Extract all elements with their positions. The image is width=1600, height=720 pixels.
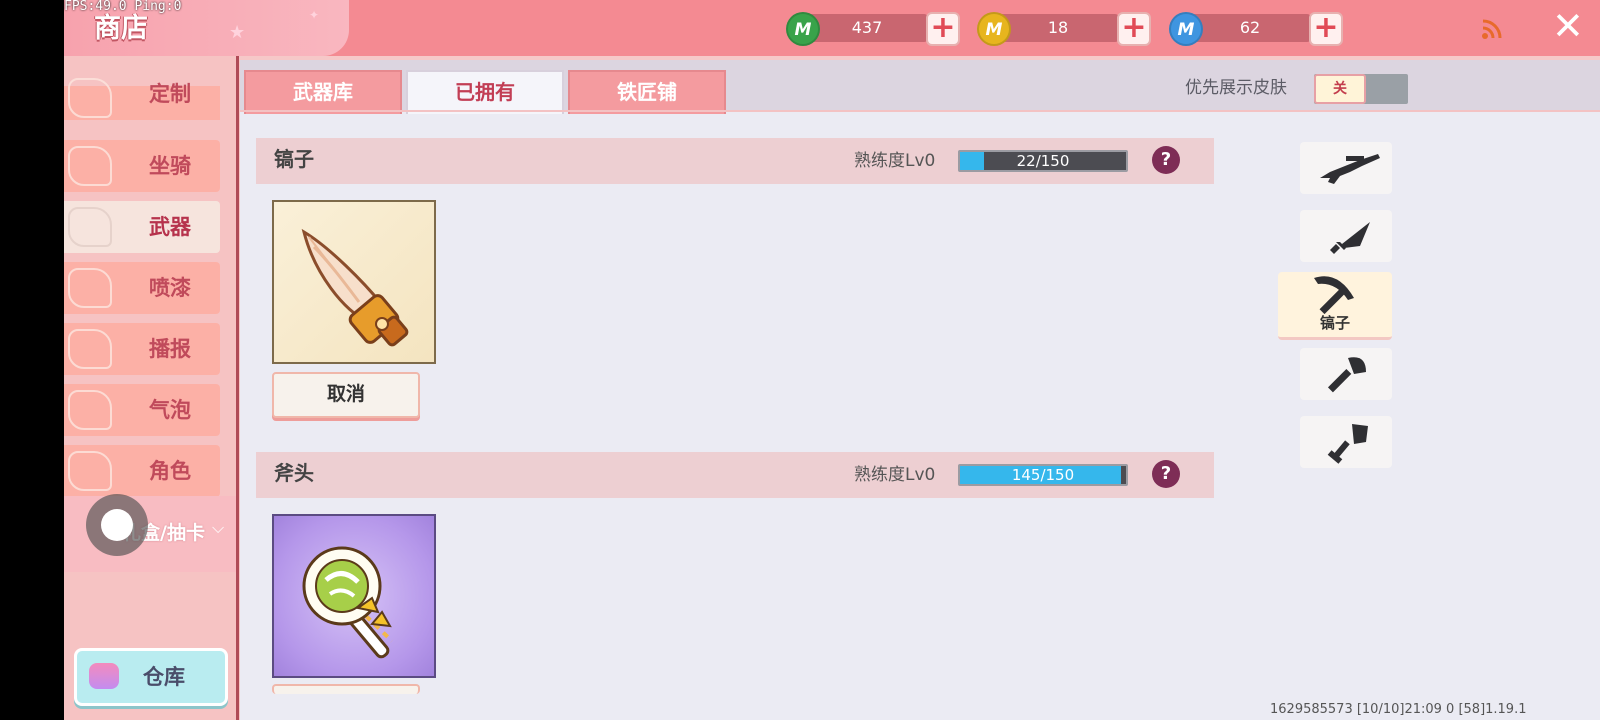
progress-text: 22/150: [1016, 152, 1070, 170]
category-axe[interactable]: [1300, 348, 1392, 400]
currency-blue-value: 62: [1189, 14, 1311, 42]
tab-armory[interactable]: 武器库: [244, 70, 402, 114]
sidebar-item-bubble[interactable]: 气泡: [64, 384, 220, 436]
weapon-icon: [68, 207, 112, 247]
sidebar-item-label: 定制: [149, 82, 191, 106]
pickaxe-icon: [1314, 276, 1354, 315]
category-label: 镐子: [1319, 314, 1350, 332]
warehouse-chest-icon: [89, 663, 119, 689]
currency-green-value: 437: [806, 14, 928, 42]
sidebar-item-mount[interactable]: 坐骑: [64, 140, 220, 192]
sidebar-item-character[interactable]: 角色: [64, 445, 220, 497]
sidebar-item-custom[interactable]: 定制: [64, 78, 220, 120]
main-panel: 武器库 已拥有 铁匠铺 优先展示皮肤 关 镐子 熟练度Lv0 22/150 ?: [240, 56, 1600, 720]
spray-icon: [68, 268, 112, 308]
add-blue-currency-button[interactable]: +: [1309, 12, 1343, 46]
sidebar-item-weapon[interactable]: 武器: [64, 201, 220, 253]
mastery-label: 熟练度Lv0: [854, 151, 936, 171]
add-gold-currency-button[interactable]: +: [1117, 12, 1151, 46]
axe-action-button[interactable]: [272, 684, 420, 694]
star-decoration-icon: ★: [229, 22, 246, 43]
tab-bar: 武器库 已拥有 铁匠铺 优先展示皮肤 关: [240, 56, 1600, 114]
help-button[interactable]: ?: [1152, 460, 1180, 488]
sidebar-item-spray[interactable]: 喷漆: [64, 262, 220, 314]
item-card-lollipop-axe[interactable]: [272, 514, 436, 678]
section-header-axe: 斧头 熟练度Lv0 145/150 ?: [256, 452, 1214, 498]
top-bar: 商店 ★ ✦ 437 M + 18 M + 62 M + ✕: [64, 0, 1600, 56]
rss-icon[interactable]: [1481, 18, 1503, 40]
chevron-down-icon: ⌵: [212, 518, 225, 537]
dagger-icon: [1330, 222, 1370, 254]
bubble-icon: [68, 390, 112, 430]
green-gem-icon: M: [786, 12, 820, 46]
floating-assistive-ball[interactable]: [86, 494, 148, 556]
help-button[interactable]: ?: [1152, 146, 1180, 174]
fps-overlay: FPS:49.0 Ping:0: [64, 0, 182, 14]
category-pickaxe[interactable]: 镐子: [1278, 272, 1392, 340]
build-info: 1629585573 [10/10]21:09 0 [58]1.19.1: [1270, 702, 1527, 717]
toggle-state: 关: [1314, 74, 1366, 104]
mount-icon: [68, 146, 112, 186]
gold-coin-icon: M: [977, 12, 1011, 46]
divider: [240, 110, 1600, 112]
progress-text: 145/150: [1011, 466, 1075, 484]
sidebar-item-label: 播报: [149, 337, 191, 361]
sidebar-item-label: 气泡: [149, 398, 191, 422]
character-icon: [68, 451, 112, 491]
shovel-icon: [1327, 424, 1368, 464]
mastery-label: 熟练度Lv0: [854, 465, 936, 485]
item-card-ice-cream-pickaxe[interactable]: [272, 200, 436, 364]
sidebar-item-label: 角色: [149, 459, 191, 483]
skin-priority-toggle[interactable]: 关: [1314, 74, 1408, 104]
tab-blacksmith[interactable]: 铁匠铺: [568, 70, 726, 114]
sidebar-item-label: 坐骑: [149, 154, 191, 178]
sidebar-item-broadcast[interactable]: 播报: [64, 323, 220, 375]
section-title: 斧头: [274, 461, 314, 485]
tab-owned[interactable]: 已拥有: [406, 70, 564, 114]
section-title: 镐子: [274, 147, 314, 171]
mastery-progress-bar: 145/150: [958, 464, 1128, 486]
category-dagger[interactable]: [1300, 210, 1392, 262]
broadcast-icon: [68, 329, 112, 369]
sidebar-item-label: 喷漆: [149, 276, 191, 300]
section-header-pickaxe: 镐子 熟练度Lv0 22/150 ?: [256, 138, 1214, 184]
custom-icon: [68, 78, 112, 118]
lollipop-axe-icon: [302, 546, 394, 659]
sidebar-item-label: 武器: [149, 215, 191, 239]
ice-cream-pickaxe-icon: [301, 228, 409, 347]
category-sniper-rifle[interactable]: [1300, 142, 1392, 194]
star-decoration-icon: ✦: [309, 8, 320, 22]
shop-screen: 商店 ★ ✦ 437 M + 18 M + 62 M + ✕ 定制 坐骑 武器 …: [64, 0, 1600, 720]
blue-coin-icon: M: [1169, 12, 1203, 46]
mastery-progress-bar: 22/150: [958, 150, 1128, 172]
sidebar: 定制 坐骑 武器 喷漆 播报 气泡 角色 礼盒/抽卡 ⌵ 仓库: [64, 56, 239, 720]
warehouse-button[interactable]: 仓库: [74, 648, 228, 706]
cancel-button[interactable]: 取消: [272, 372, 420, 418]
currency-gold-value: 18: [997, 14, 1119, 42]
skin-priority-label: 优先展示皮肤: [1185, 78, 1287, 98]
add-green-currency-button[interactable]: +: [926, 12, 960, 46]
close-button[interactable]: ✕: [1552, 6, 1584, 46]
sniper-rifle-icon: [1320, 154, 1380, 184]
axe-icon: [1327, 357, 1366, 393]
category-shovel[interactable]: [1300, 416, 1392, 468]
warehouse-label: 仓库: [143, 665, 185, 689]
